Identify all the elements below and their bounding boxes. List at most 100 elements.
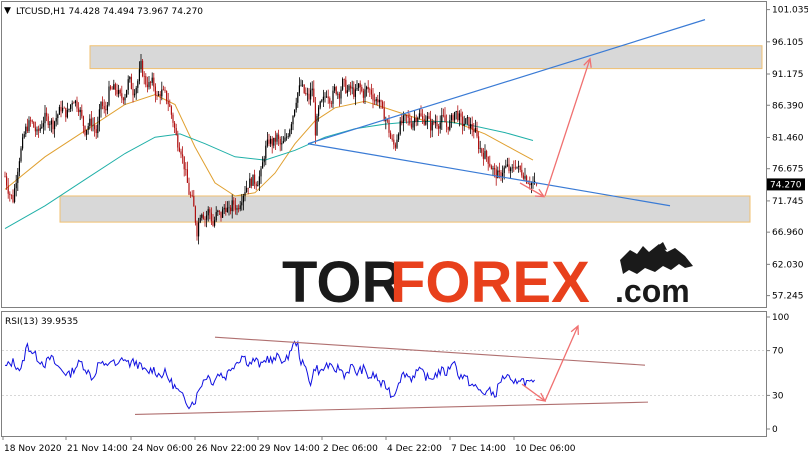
candle-body — [55, 118, 57, 122]
candle-body — [350, 85, 352, 89]
candle-body — [474, 128, 476, 133]
candle-body — [62, 107, 64, 112]
candle-body — [233, 200, 235, 205]
candle-body — [52, 120, 54, 130]
candle-body — [34, 127, 36, 132]
candle-body — [161, 89, 163, 97]
candle-body — [207, 209, 209, 216]
candle-body — [338, 93, 340, 99]
candle-body — [252, 174, 254, 186]
candle-body — [380, 99, 382, 102]
candle-body — [420, 113, 422, 117]
candle-body — [322, 96, 324, 101]
candle-body — [154, 86, 156, 96]
candle-body — [404, 114, 406, 116]
candle-body — [206, 215, 208, 220]
symbol-header: LTCUSD,H1 74.428 74.494 73.967 74.270 — [16, 7, 203, 17]
candle-body — [4, 176, 6, 177]
candle-body — [100, 101, 102, 110]
candle-body — [332, 90, 334, 104]
candle-body — [6, 176, 8, 186]
candle-body — [106, 105, 108, 111]
candle-body — [361, 87, 363, 92]
candle-body — [319, 101, 321, 108]
candle-body — [324, 96, 326, 98]
candle-body — [41, 126, 43, 128]
candle-body — [122, 98, 124, 101]
candle-body — [121, 93, 123, 99]
candle-body — [302, 84, 304, 86]
price-tick-label: 57.245 — [772, 292, 804, 302]
candle-body — [374, 100, 376, 102]
candle-body — [391, 138, 393, 140]
candle-body — [199, 217, 201, 223]
candle-body — [442, 115, 444, 116]
rsi-panel-frame — [1, 311, 767, 437]
candle-body — [138, 69, 140, 82]
candle-body — [164, 89, 166, 91]
candle-body — [423, 118, 425, 125]
candle-body — [218, 210, 220, 212]
candle-body — [330, 103, 332, 104]
candle-body — [18, 161, 20, 172]
price-tick-label: 101.035 — [772, 6, 808, 16]
candle-body — [388, 120, 390, 133]
candle-body — [318, 107, 320, 116]
candle-body — [228, 207, 230, 209]
candle-body — [38, 129, 40, 131]
candle-body — [278, 134, 280, 140]
dropdown-triangle-icon[interactable]: ▼ — [4, 6, 11, 16]
candle-body — [522, 175, 524, 179]
candle-body — [238, 208, 240, 210]
candle-body — [367, 86, 369, 90]
candle-body — [26, 126, 28, 132]
rsi-header: RSI(13) 39.9535 — [5, 317, 78, 327]
watermark-com: .com — [615, 273, 690, 309]
candle-body — [394, 144, 396, 148]
candle-body — [201, 214, 203, 218]
candle-body — [518, 165, 520, 167]
candle-body — [124, 97, 126, 101]
candle-body — [241, 202, 243, 206]
candle-body — [257, 185, 259, 187]
candle-body — [369, 89, 371, 90]
candle-body — [415, 118, 417, 122]
candle-body — [244, 192, 246, 196]
candle-body — [28, 120, 30, 132]
candle-body — [273, 137, 275, 146]
candle-body — [530, 182, 532, 186]
candle-body — [390, 132, 392, 139]
candle-body — [151, 77, 153, 83]
candle-body — [14, 188, 16, 202]
candle-body — [286, 136, 288, 138]
candle-body — [271, 138, 273, 146]
candle-body — [79, 109, 81, 113]
candle-body — [356, 88, 358, 90]
candle-body — [222, 209, 224, 218]
price-tick-label: 76.675 — [772, 165, 804, 175]
candle-body — [436, 121, 438, 127]
candle-body — [497, 170, 499, 179]
candle-body — [242, 195, 244, 203]
candle-body — [295, 102, 297, 110]
candle-body — [31, 120, 33, 122]
candle-body — [439, 122, 441, 129]
candle-body — [276, 134, 278, 142]
candle-body — [230, 207, 232, 212]
candle-body — [454, 111, 456, 121]
candle-body — [66, 109, 68, 118]
trading-chart: TOR FOREX .com 101.035 96.105 91.175 86.390… — [0, 0, 808, 458]
candle-body — [180, 151, 182, 155]
candle-body — [78, 108, 80, 113]
candle-body — [190, 194, 192, 196]
candle-body — [519, 165, 521, 170]
candle-body — [143, 76, 145, 77]
candle-body — [329, 98, 331, 104]
candle-body — [137, 81, 139, 88]
candle-body — [57, 114, 59, 119]
candle-body — [441, 115, 443, 123]
candle-body — [529, 183, 531, 186]
candle-body — [282, 141, 284, 144]
candle-body — [142, 60, 144, 77]
candle-body — [92, 125, 94, 126]
